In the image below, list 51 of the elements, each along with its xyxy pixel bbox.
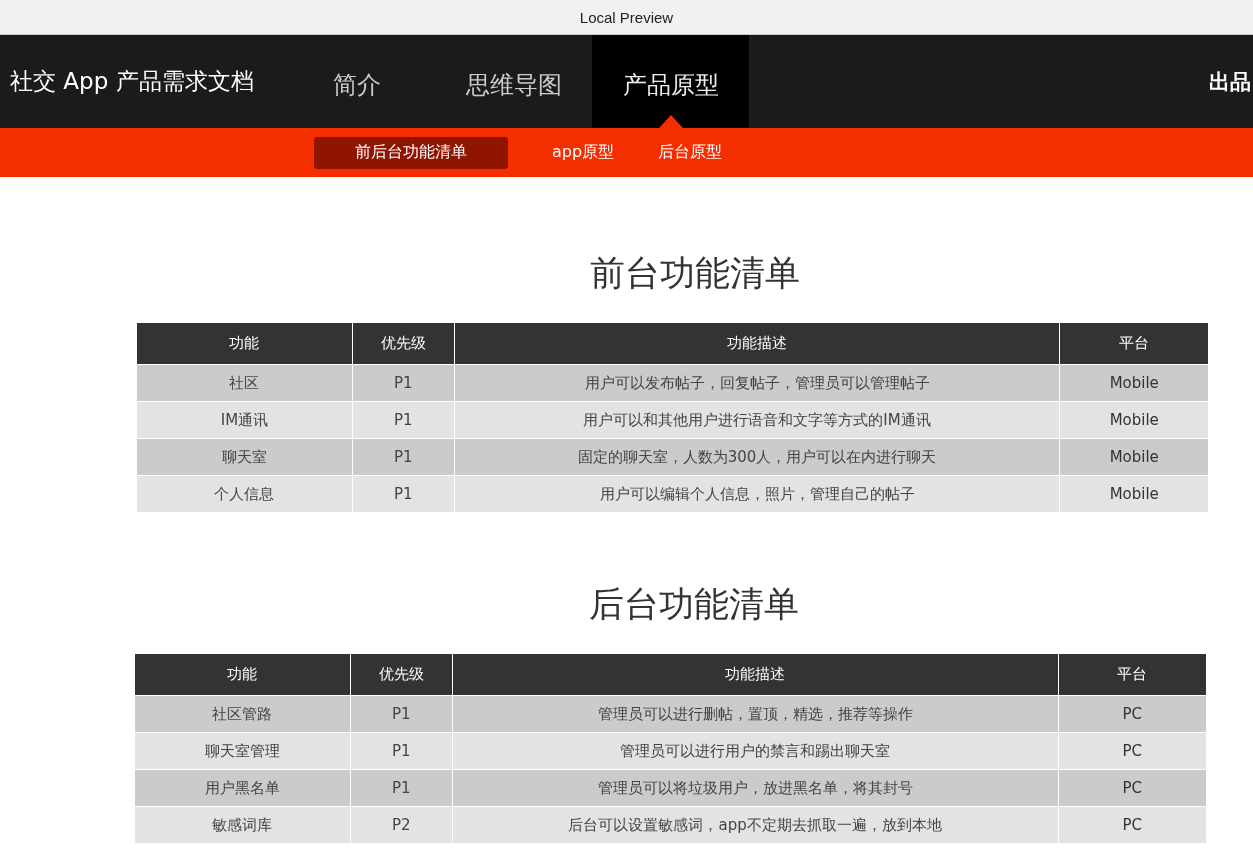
table-cell: 管理员可以进行删帖，置顶，精选，推荐等操作 — [452, 695, 1059, 733]
section-heading: 前台功能清单 — [588, 252, 801, 295]
table-cell: P1 — [350, 769, 453, 807]
table-cell: P1 — [350, 695, 453, 733]
table-cell: P1 — [352, 401, 454, 439]
window-title: Local Preview — [579, 8, 674, 26]
table-cell: 用户可以和其他用户进行语音和文字等方式的IM通讯 — [454, 401, 1060, 439]
table-cell: Mobile — [1060, 475, 1209, 513]
table-cell: P1 — [352, 364, 454, 402]
column-header: 功能描述 — [452, 654, 1059, 696]
table-cell: PC — [1058, 695, 1207, 733]
table-cell: P1 — [350, 732, 453, 770]
table-cell: IM通讯 — [136, 401, 353, 439]
column-header: 功能 — [136, 323, 353, 365]
table-cell: 管理员可以将垃圾用户，放进黑名单，将其封号 — [452, 769, 1059, 807]
column-header: 优先级 — [352, 323, 454, 365]
table-cell: 社区 — [136, 364, 353, 402]
nav-tab[interactable]: 简介 — [278, 35, 435, 128]
nav-tab[interactable]: 产品原型 — [592, 35, 749, 128]
table-cell: 聊天室 — [136, 438, 353, 476]
column-header: 功能描述 — [454, 323, 1060, 365]
sub-tab[interactable]: app原型 — [530, 136, 637, 169]
table-cell: Mobile — [1060, 364, 1209, 402]
table-cell: 用户可以发布帖子，回复帖子，管理员可以管理帖子 — [454, 364, 1060, 402]
table-cell: 社区管路 — [134, 695, 351, 733]
table-cell: PC — [1058, 732, 1207, 770]
table-cell: 后台可以设置敏感词，app不定期去抓取一遍，放到本地 — [452, 806, 1059, 844]
section-heading: 后台功能清单 — [587, 583, 800, 626]
table-cell: PC — [1058, 769, 1207, 807]
table-cell: 固定的聊天室，人数为300人，用户可以在内进行聊天 — [454, 438, 1060, 476]
sub-tab[interactable]: 后台原型 — [636, 136, 745, 169]
column-header: 功能 — [134, 654, 351, 696]
credit-label: 出品 — [1209, 68, 1252, 96]
table-cell: 敏感词库 — [134, 806, 351, 844]
table-cell: P1 — [352, 438, 454, 476]
nav-tab[interactable]: 思维导图 — [435, 35, 592, 128]
table-cell: 个人信息 — [136, 475, 353, 513]
table-cell: 管理员可以进行用户的禁言和踢出聊天室 — [452, 732, 1059, 770]
column-header: 平台 — [1058, 654, 1207, 696]
table-cell: 聊天室管理 — [134, 732, 351, 770]
app-title: 社交 App 产品需求文档 — [9, 67, 255, 96]
column-header: 优先级 — [350, 654, 453, 696]
table-cell: P2 — [350, 806, 453, 844]
table-cell: 用户黑名单 — [134, 769, 351, 807]
table-cell: Mobile — [1060, 438, 1209, 476]
column-header: 平台 — [1060, 323, 1209, 365]
table-cell: P1 — [352, 475, 454, 513]
table-cell: Mobile — [1060, 401, 1209, 439]
table-cell: PC — [1058, 806, 1207, 844]
sub-tab[interactable]: 前后台功能清单 — [314, 136, 508, 169]
table-cell: 用户可以编辑个人信息，照片，管理自己的帖子 — [454, 475, 1060, 513]
